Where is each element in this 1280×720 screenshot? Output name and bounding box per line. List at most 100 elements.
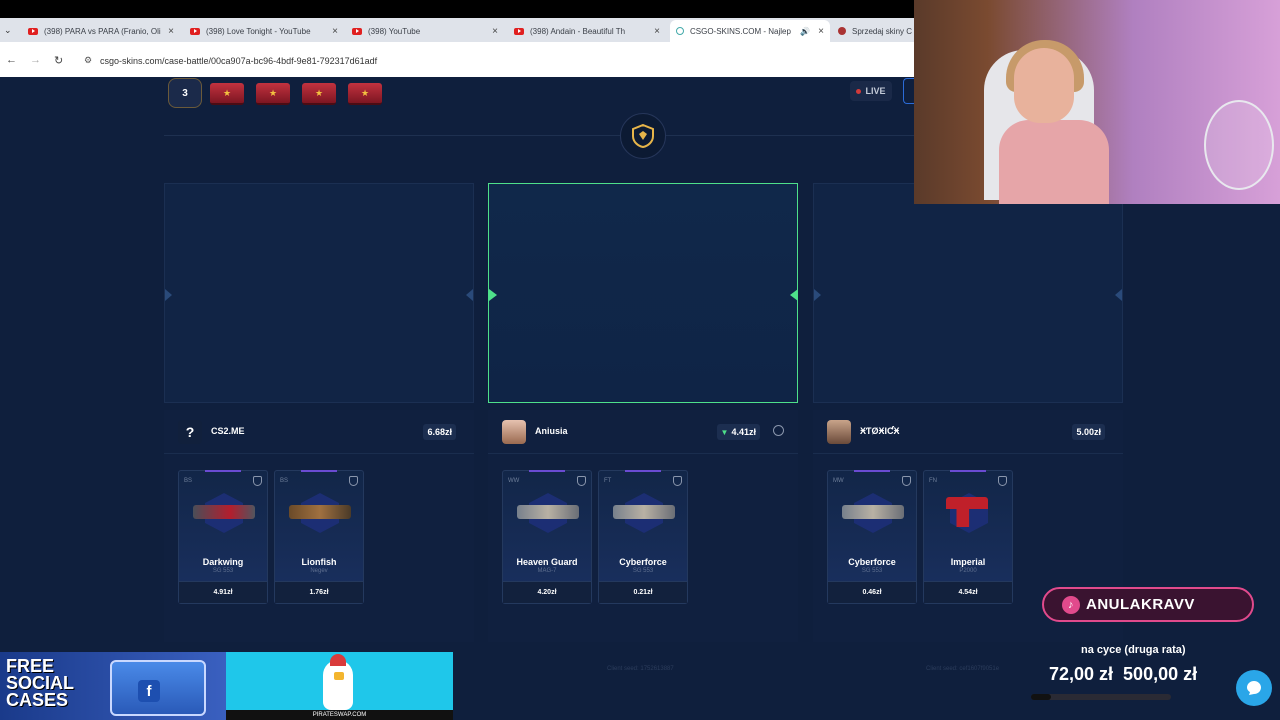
item-card[interactable]: FT Cyberforce SG 553 0.21zł [598,470,688,604]
item-condition: BS [184,478,193,484]
back-arrow-icon[interactable]: ← [6,54,17,66]
item-price: 4.91zł [179,581,267,603]
donation-goal-fill [1031,694,1052,700]
player-header: ӾƬØӾƖƇӾ 5.00zł [813,410,1123,454]
item-weapon: SG 553 [861,568,883,574]
player-header: Aniusia ▼ 4.41zł [488,410,798,454]
item-name: Cyberforce [619,557,667,567]
free-cases-ad-banner[interactable]: FREE SOCIAL CASES f [0,652,226,720]
site-icon [676,27,684,35]
reload-icon[interactable]: ↻ [54,54,63,67]
tab-list-chevron-icon[interactable]: ⌄ [4,25,12,36]
chat-support-icon[interactable] [1236,670,1272,706]
rarity-bar [854,470,890,472]
close-tab-icon[interactable]: × [492,26,498,37]
side-tab-edge[interactable] [903,78,914,104]
youtube-icon [352,27,362,35]
url-field[interactable]: csgo-skins.com/case-battle/00ca907a-bc96… [100,56,377,66]
browser-tab-bar: ⌄ (398) PARA vs PARA (Franio, Oli × (398)… [0,0,914,42]
tab-5-active[interactable]: CSGO-SKINS.COM - Najlep 🔊 × [670,20,830,42]
item-weapon: P2000 [959,568,977,574]
weapon-image [842,505,904,519]
spinner-panel-3 [813,183,1123,403]
item-card[interactable]: MW Cyberforce SG 553 0.46zł [827,470,917,604]
ad-url: PIRATESWAP.COM [226,710,453,720]
item-card[interactable]: FN Imperial P2000 4.54zł [923,470,1013,604]
player-name[interactable]: Aniusia [535,426,568,436]
close-tab-icon[interactable]: × [168,26,174,37]
goal-current: 72,00 zł [1049,664,1114,684]
item-card[interactable]: BS Lionfish Negev 1.76zł [274,470,364,604]
weapon-image [289,505,351,519]
close-tab-icon[interactable]: × [818,26,824,37]
rarity-bar [301,470,337,472]
item-price: 0.46zł [828,581,916,603]
item-card[interactable]: WW Heaven Guard MAG-7 4.20zł [502,470,592,604]
panel-arrow-left-icon [1115,289,1122,301]
avatar: ? [178,420,202,444]
favorite-shield-icon[interactable] [577,476,586,486]
youtube-icon [28,27,38,35]
case-icon [302,83,336,105]
winner-arrow-right-icon [489,289,497,301]
favorite-shield-icon[interactable] [349,476,358,486]
item-price: 4.20zł [503,581,591,603]
item-weapon: Negev [310,568,328,574]
client-seed: Client seed: cef1607f9051e [926,666,1000,672]
tab-1[interactable]: (398) PARA vs PARA (Franio, Oli × [22,20,180,42]
player-name[interactable]: CS2.ME [211,426,245,436]
provably-fair-shield-icon[interactable] [620,113,666,159]
favorite-shield-icon[interactable] [253,476,262,486]
parrot-beak [334,672,344,680]
site-info-icon[interactable]: ⚙ [84,55,92,66]
case-icon [210,83,244,105]
player-name[interactable]: ӾƬØӾƖƇӾ [860,426,900,436]
rarity-bar [950,470,986,472]
favorite-shield-icon[interactable] [998,476,1007,486]
player-header: ? CS2.ME 6.68zł [164,410,474,454]
item-name: Imperial [950,557,986,567]
forward-arrow-icon[interactable]: → [30,54,41,66]
weapon-image [193,505,255,519]
favorite-shield-icon[interactable] [902,476,911,486]
facebook-icon: f [138,680,160,702]
close-tab-icon[interactable]: × [654,26,660,37]
tiktok-icon: ♪ [1062,596,1080,614]
favorite-shield-icon[interactable] [673,476,682,486]
tab-2[interactable]: (398) Love Tonight - YouTube × [184,20,344,42]
donation-goal-label: na cyce (druga rata) [1081,644,1186,656]
winner-arrow-left-icon [790,289,798,301]
panel-arrow-left-icon [466,289,473,301]
item-name: Lionfish [301,557,337,567]
donation-goal-values: 72,00 zł 500,00 zł [1049,664,1197,685]
player-column-2: Aniusia ▼ 4.41zł WW Heaven Guard MAG-7 4.… [488,410,798,642]
item-condition: BS [280,478,289,484]
close-tab-icon[interactable]: × [332,26,338,37]
tab-3[interactable]: (398) YouTube × [346,20,504,42]
tab-6[interactable]: Sprzedaj skiny C [832,20,914,42]
winner-down-arrow-icon: ▼ [720,427,729,437]
webcam-overlay [914,0,1280,204]
weapon-image [613,505,675,519]
player-total-value: 6.68zł [423,424,456,440]
avatar [827,420,851,444]
live-badge[interactable]: LIVE [850,81,892,101]
item-condition: MW [833,478,844,484]
ad-text: FREE SOCIAL CASES [6,656,74,710]
spinner-panel-1 [164,183,474,403]
item-name: Heaven Guard [516,557,578,567]
pirateswap-ad-banner[interactable]: PIRATESWAP.COM [226,652,453,720]
parrot-crest [330,654,346,666]
audio-icon[interactable]: 🔊 [800,27,810,36]
emoji-icon[interactable] [773,425,784,436]
youtube-icon [190,27,200,35]
item-weapon: MAG-7 [537,568,557,574]
item-card[interactable]: BS Darkwing SG 553 4.91zł [178,470,268,604]
item-condition: FN [929,478,937,484]
weapon-image [517,505,579,519]
item-weapon: SG 553 [632,568,654,574]
tab-4[interactable]: (398) Andain - Beautiful Th × [508,20,666,42]
rarity-bar [625,470,661,472]
parrot-image [323,660,353,710]
tiktok-handle-badge: ♪ ANULAKRAVV [1042,587,1254,622]
